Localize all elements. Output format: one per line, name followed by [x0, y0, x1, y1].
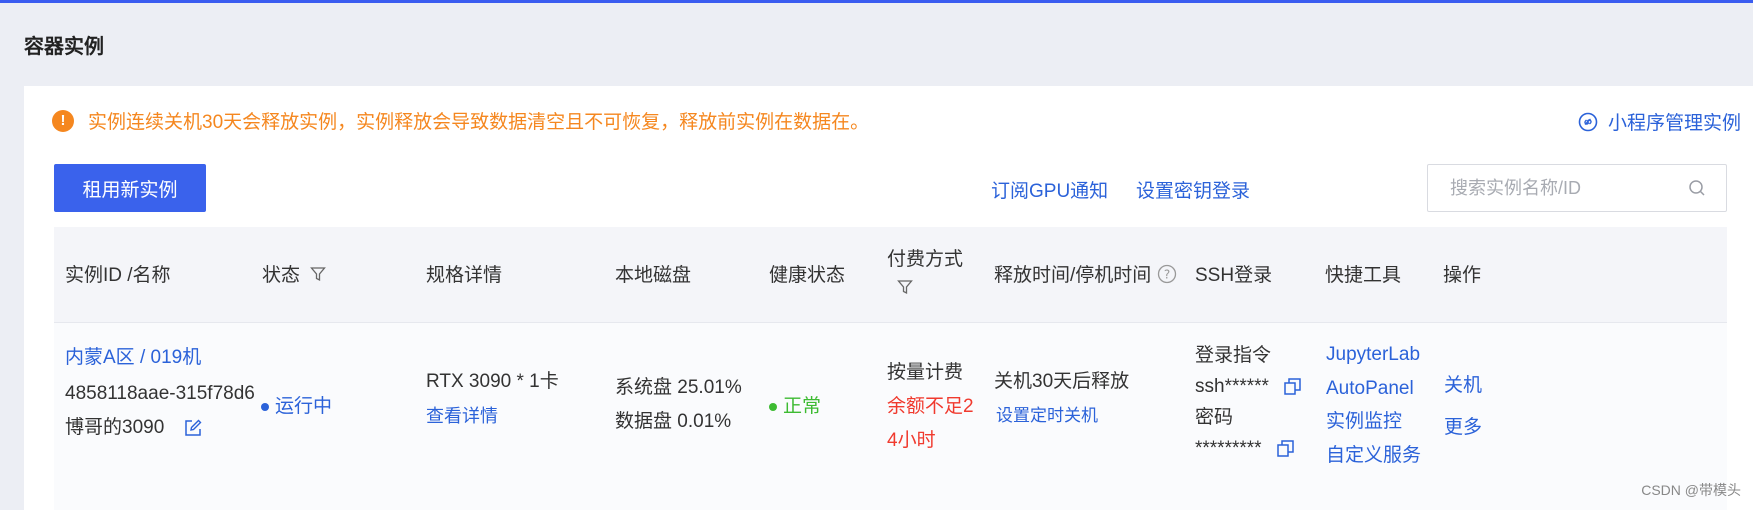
- billing-type: 按量计费: [887, 362, 964, 383]
- search-input[interactable]: [1450, 177, 1688, 199]
- col-spec: 规格详情: [426, 265, 503, 286]
- release-policy: 关机30天后释放: [994, 371, 1130, 392]
- disk-cell: 系统盘 25.01% 数据盘 0.01%: [615, 371, 742, 439]
- col-release-time: 释放时间/停机时间 ?: [994, 260, 1177, 287]
- tools-cell: JupyterLab AutoPanel 实例监控 自定义服务: [1326, 338, 1421, 472]
- col-id-name: 实例ID /名称: [65, 265, 171, 286]
- region-link[interactable]: 内蒙A区 / 019机: [65, 341, 255, 375]
- search-box: [1427, 164, 1727, 212]
- svg-text:?: ?: [1164, 267, 1170, 281]
- instance-name: 博哥的3090: [65, 417, 165, 438]
- col-billing: 付费方式: [887, 244, 963, 295]
- tool-custom-service[interactable]: 自定义服务: [1326, 439, 1421, 473]
- tool-jupyterlab[interactable]: JupyterLab: [1326, 338, 1421, 372]
- ssh-cmd-line: ssh******: [1195, 371, 1301, 402]
- ssh-pwd-value: *********: [1195, 438, 1262, 459]
- status-dot: [261, 402, 269, 411]
- alert-text: 实例连续关机30天会释放实例，实例释放会导致数据清空且不可恢复，释放前实例在数据…: [88, 112, 870, 133]
- billing-warning-2: 4小时: [887, 430, 936, 451]
- spec-cell: RTX 3090 * 1卡 查看详情: [426, 365, 559, 433]
- instance-id-cell: 内蒙A区 / 019机 4858118aae-315f78d6 博哥的3090: [65, 341, 255, 445]
- col-tools: 快捷工具: [1325, 265, 1402, 286]
- filter-icon[interactable]: [310, 266, 326, 282]
- health-status: 正常: [783, 396, 822, 417]
- ssh-pwd-label: 密码: [1195, 407, 1234, 428]
- rent-new-instance-button[interactable]: 租用新实例: [54, 164, 206, 212]
- status-running: 运行中: [275, 396, 333, 417]
- copy-icon[interactable]: [1277, 440, 1294, 458]
- col-release-label: 释放时间/停机时间: [994, 265, 1152, 286]
- col-status-label: 状态: [262, 265, 301, 286]
- ssh-pwd-line: *********: [1195, 433, 1301, 464]
- search-icon[interactable]: [1688, 179, 1706, 197]
- health-cell: 正常: [769, 390, 821, 424]
- disk-data: 数据盘 0.01%: [615, 411, 732, 432]
- col-billing-label: 付费方式: [887, 249, 964, 270]
- ssh-cell: 登录指令 ssh****** 密码 *********: [1195, 340, 1301, 464]
- page-title: 容器实例: [24, 36, 104, 58]
- filter-icon[interactable]: [897, 279, 913, 295]
- col-ssh: SSH登录: [1195, 265, 1273, 286]
- mini-program-label: 小程序管理实例: [1607, 113, 1741, 134]
- top-accent-line: [0, 0, 1753, 3]
- table-row: 内蒙A区 / 019机 4858118aae-315f78d6 博哥的3090 …: [54, 323, 1727, 510]
- spec-gpu: RTX 3090 * 1卡: [426, 371, 559, 392]
- ssh-cmd-label: 登录指令: [1195, 345, 1272, 366]
- col-status: 状态: [262, 260, 326, 287]
- instance-card: ! 实例连续关机30天会释放实例，实例释放会导致数据清空且不可恢复，释放前实例在…: [24, 86, 1753, 510]
- col-disk: 本地磁盘: [615, 265, 692, 286]
- col-health: 健康状态: [769, 265, 846, 286]
- ssh-cmd-value: ssh******: [1195, 376, 1269, 397]
- shutdown-button[interactable]: 关机: [1444, 365, 1482, 407]
- tool-instance-monitor[interactable]: 实例监控: [1326, 405, 1421, 439]
- watermark: CSDN @带模头: [1641, 482, 1741, 498]
- table-header: 实例ID /名称 状态 规格详情 本地磁盘 健康状态 付费方式 释放时间/停机时…: [54, 227, 1727, 323]
- link-icon: [1578, 112, 1598, 131]
- warning-icon: !: [52, 109, 74, 132]
- spec-detail-link[interactable]: 查看详情: [426, 399, 559, 433]
- disk-system: 系统盘 25.01%: [615, 377, 742, 398]
- release-cell: 关机30天后释放 设置定时关机: [994, 365, 1129, 433]
- col-actions: 操作: [1443, 265, 1482, 286]
- release-warning-alert: ! 实例连续关机30天会释放实例，实例释放会导致数据清空且不可恢复，释放前实例在…: [52, 107, 869, 134]
- help-icon[interactable]: ?: [1157, 264, 1177, 284]
- more-button[interactable]: 更多: [1444, 407, 1482, 449]
- billing-cell: 按量计费 余额不足2 4小时: [887, 356, 974, 458]
- status-cell: 运行中: [261, 390, 332, 424]
- tool-autopanel[interactable]: AutoPanel: [1326, 372, 1421, 406]
- mini-program-link[interactable]: 小程序管理实例: [1578, 108, 1741, 135]
- billing-warning-1: 余额不足2: [887, 396, 974, 417]
- set-timer-shutdown-link[interactable]: 设置定时关机: [996, 399, 1129, 433]
- copy-icon[interactable]: [1284, 378, 1301, 396]
- subscribe-gpu-link[interactable]: 订阅GPU通知: [991, 176, 1108, 203]
- actions-cell: 关机 更多: [1444, 365, 1482, 449]
- instance-id: 4858118aae-315f78d6: [65, 383, 255, 404]
- set-key-login-link[interactable]: 设置密钥登录: [1136, 176, 1250, 203]
- health-dot: [769, 402, 777, 411]
- edit-icon[interactable]: [184, 419, 202, 437]
- instance-name-line: 博哥的3090: [65, 411, 255, 445]
